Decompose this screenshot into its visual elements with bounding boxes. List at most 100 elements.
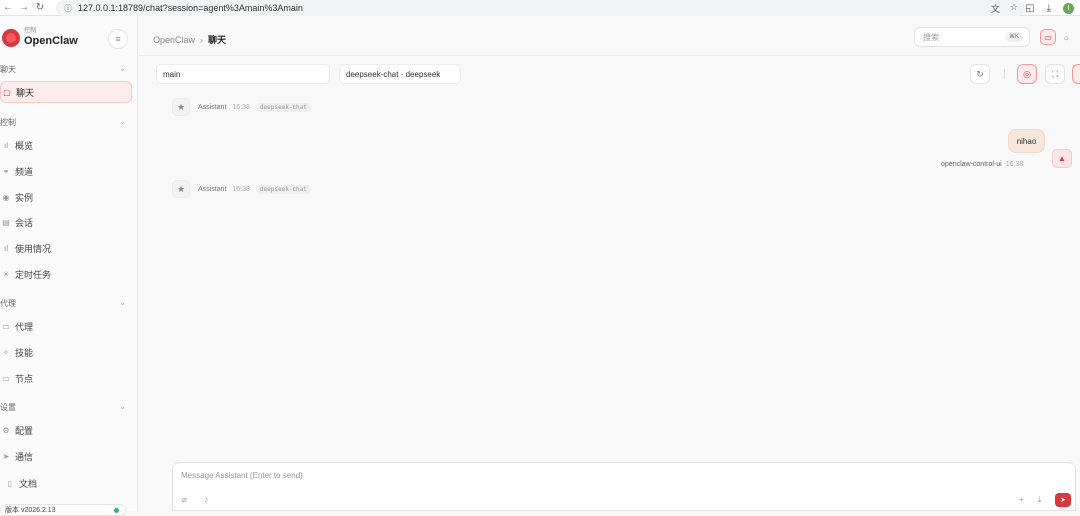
back-icon[interactable]: ← [0,0,16,16]
breadcrumb-root[interactable]: OpenClaw [153,35,195,45]
send-icon: ➤ [1060,497,1066,504]
composer-placeholder: Message Assistant (Enter to send) [181,471,303,480]
download-icon[interactable]: ⤓ [1047,3,1051,14]
brain-icon: ◎ [1023,68,1031,79]
breadcrumb: OpenClaw › 聊天 [153,33,226,46]
chevron-down-icon: ⌄ [119,117,126,126]
section-settings[interactable]: 设置 ⌄ [0,402,130,413]
sidebar-item-label: 使用情况 [15,243,52,254]
star-icon: ★ [172,180,190,198]
radio-icon: ◉ [2,192,10,202]
extra-toggle-button[interactable]: ● [1072,64,1080,84]
sidebar-item-label: 聊天 [16,87,35,98]
chevron-down-icon: ⌄ [119,64,126,73]
sidebar-item-skills[interactable]: ✧ 技能 [0,341,132,363]
download-icon[interactable]: ⤓ [1038,495,1042,505]
refresh-icon: ↻ [976,68,984,79]
book-icon: ▯ [7,478,13,488]
bar-chart-icon: ıl [4,140,8,150]
breadcrumb-current: 聊天 [208,35,227,45]
theme-light-button[interactable]: ☼ [1058,29,1074,45]
sidebar-item-agents[interactable]: ▭ 代理 [0,315,132,337]
chat-icon: ▢ [3,87,11,97]
sidebar-item-label: 配置 [15,425,34,436]
section-agent[interactable]: 代理 ⌄ [0,298,130,309]
search-shortcut: ⌘K [1004,32,1023,42]
sidebar-item-docs[interactable]: ▯ 文档 [4,472,136,494]
theme-system-button[interactable]: ▭ [1040,29,1056,45]
toolbar-divider [1004,69,1005,79]
forward-icon[interactable]: → [16,0,32,16]
browser-toolbar: ← → ↻ ⓘ 127.0.0.1:18789/chat?session=age… [0,0,1080,16]
sidebar-item-label: 定时任务 [15,269,52,280]
sidebar-item-label: 会话 [15,217,34,228]
bookmark-star-icon[interactable]: ☆ [1010,2,1018,15]
brand: 控制 OpenClaw [0,28,78,47]
sidebar-item-label: 通信 [15,451,34,462]
site-info-icon[interactable]: ⓘ [64,3,72,14]
sidebar-item-chat[interactable]: ▢ 聊天 [0,81,132,103]
session-select[interactable]: main [156,64,330,84]
thinking-toggle-button[interactable]: ◎ [1017,64,1037,84]
folder-icon: ▭ [2,321,10,331]
profile-avatar[interactable]: I [1063,2,1074,14]
sidebar-item-nodes[interactable]: ▭ 节点 [0,367,132,389]
plus-icon[interactable]: + [1019,495,1024,504]
assistant-message: ★ Assistant 16:38 deepseek-chat [172,180,311,198]
extensions-icon[interactable]: ◱ [1025,3,1034,14]
sidebar-item-overview[interactable]: ıl 概览 [0,134,132,156]
version-label: 版本 v2026.2.13 [5,507,56,514]
search-input[interactable]: 搜索 ⌘K [914,27,1030,47]
user-message-text: nihao [1016,136,1037,146]
user-message-meta: openclaw-control-ui 16:38 [941,161,1023,168]
message-model-badge: deepseek-chat [255,102,311,112]
attachment-icon[interactable]: ⌀ [182,495,187,504]
message-sender: Assistant [198,185,227,193]
section-chat[interactable]: 聊天 ⌄ [0,64,130,75]
monitor-icon: ▭ [1044,32,1052,42]
message-model-badge: deepseek-chat [255,184,311,194]
focus-icon: ⛶ [1051,68,1059,79]
address-url: 127.0.0.1:18789/chat?session=agent%3Amai… [78,3,303,13]
section-control[interactable]: 控制 ⌄ [0,117,130,128]
send-button[interactable]: ➤ [1055,493,1071,507]
star-icon: ★ [172,98,190,116]
address-bar[interactable]: ⓘ 127.0.0.1:18789/chat?session=agent%3Am… [56,0,1026,16]
sidebar-item-usage[interactable]: ıl 使用情况 [0,237,132,259]
message-composer[interactable]: Message Assistant (Enter to send) ⌀ ♪ + … [172,462,1076,511]
send-icon: ➤ [2,451,10,461]
sidebar-item-label: 概览 [15,140,34,151]
user-avatar: ▲ [1052,149,1072,168]
sidebar-item-instances[interactable]: ◉ 实例 [0,186,132,208]
chevron-down-icon: ⌄ [119,402,126,411]
sidebar-item-label: 频道 [15,166,34,177]
sidebar-item-label: 节点 [15,373,34,384]
sidebar-item-debug[interactable]: ➤ 通信 [0,445,132,467]
focus-mode-button[interactable]: ⛶ [1045,64,1065,84]
loader-icon: ✳ [2,269,10,279]
sidebar-item-label: 文档 [19,478,38,489]
sidebar-item-channels[interactable]: ⚭ 频道 [0,160,132,182]
sidebar-item-cron[interactable]: ✳ 定时任务 [0,263,132,285]
status-dot [114,507,119,513]
sidebar-toggle-button[interactable]: ≡ [108,29,128,49]
reload-icon[interactable]: ↻ [32,0,48,16]
sidebar-item-config[interactable]: ⚙ 配置 [0,419,132,441]
model-select-value: deepseek-chat · deepseek [346,69,441,79]
model-select[interactable]: deepseek-chat · deepseek [339,64,461,84]
bar-chart-icon: ıl [4,243,8,253]
message-time: 16:38 [232,185,250,193]
refresh-button[interactable]: ↻ [970,64,990,84]
breadcrumb-separator: › [200,35,204,45]
monitor-icon: ▭ [2,373,10,383]
sidebar-item-label: 代理 [15,321,34,332]
section-settings-label: 设置 [0,403,16,412]
translate-icon[interactable]: 文 [991,2,1000,15]
section-control-label: 控制 [0,118,16,127]
message-sender: openclaw-control-ui [941,161,1002,168]
version-status: 版本 v2026.2.13 [0,504,126,516]
section-chat-label: 聊天 [0,65,16,74]
sidebar-item-sessions[interactable]: ▤ 会话 [0,211,132,233]
microphone-icon[interactable]: ♪ [204,495,208,504]
sidebar-item-label: 技能 [15,347,34,358]
